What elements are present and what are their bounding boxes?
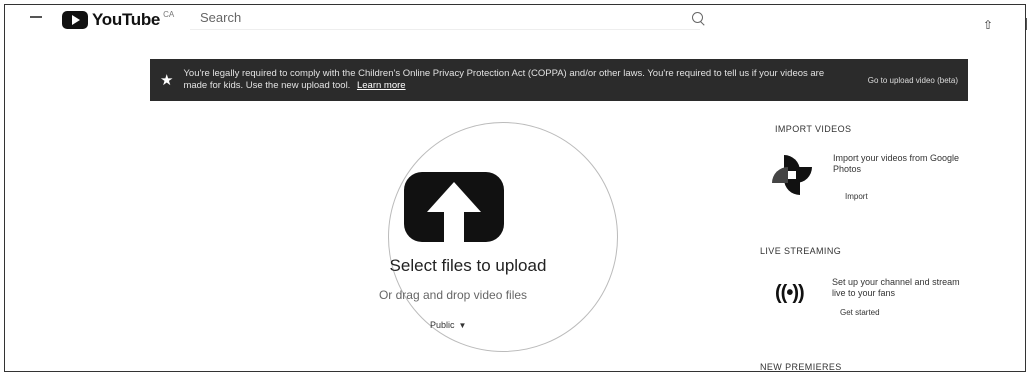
logo-country-code: CA [163,10,175,19]
upload-icon[interactable]: ⇧ [983,18,993,32]
banner-message: You're legally required to comply with t… [183,68,833,92]
chevron-down-icon: ▼ [458,321,467,330]
live-broadcast-icon: ((•)) [775,282,805,304]
privacy-value: Public [430,320,455,330]
import-button[interactable]: Import [845,192,868,201]
get-started-button[interactable]: Get started [840,308,880,317]
banner-text: You're legally required to comply with t… [183,68,825,91]
learn-more-link[interactable]: Learn more [357,80,406,91]
arrow-up-icon [427,182,481,242]
more-icon[interactable] [1026,18,1027,30]
import-description: Import your videos from Google Photos [833,153,960,174]
menu-icon[interactable] [30,16,42,18]
live-description: Set up your channel and stream live to y… [832,277,960,298]
upload-arrow-icon[interactable] [404,172,504,242]
youtube-logo[interactable]: YouTube CA [62,10,174,30]
new-premieres-heading: NEW PREMIERES [760,362,842,372]
drag-drop-hint: Or drag and drop video files [378,288,528,302]
search-input[interactable] [190,6,700,30]
go-to-upload-beta-button[interactable]: Go to upload video (beta) [868,76,958,85]
import-videos-heading: IMPORT VIDEOS [775,124,852,134]
live-streaming-heading: LIVE STREAMING [760,246,842,256]
star-icon: ★ [160,72,174,89]
privacy-select[interactable]: Public ▼ [430,320,466,330]
search-icon[interactable] [692,12,703,23]
coppa-banner: ★ You're legally required to comply with… [150,59,968,101]
google-photos-icon [772,155,812,195]
select-files-title[interactable]: Select files to upload [368,256,568,276]
logo-text: YouTube [92,10,161,29]
youtube-play-icon [62,11,88,29]
